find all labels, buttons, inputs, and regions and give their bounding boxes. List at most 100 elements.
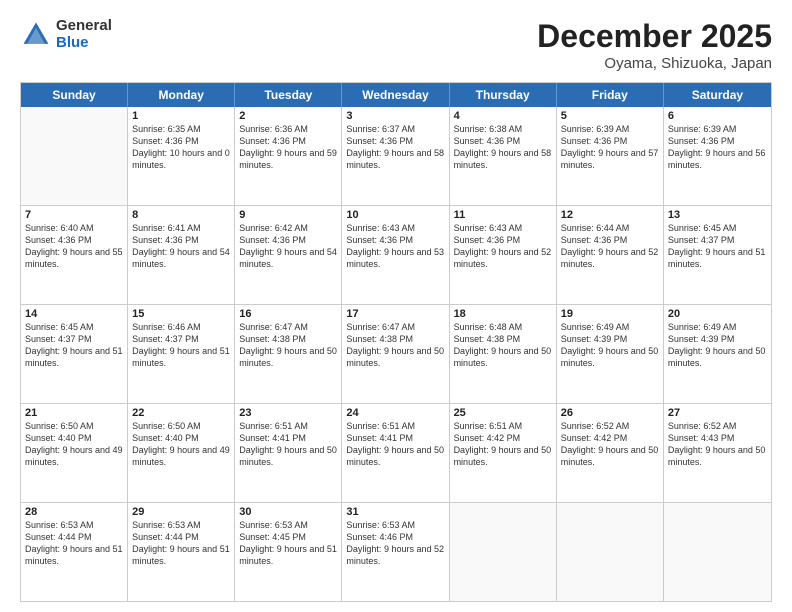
day-number: 6 bbox=[668, 110, 767, 122]
day-info: Sunrise: 6:45 AMSunset: 4:37 PMDaylight:… bbox=[25, 321, 123, 370]
day-cell-29: 29Sunrise: 6:53 AMSunset: 4:44 PMDayligh… bbox=[128, 503, 235, 601]
day-cell-7: 7Sunrise: 6:40 AMSunset: 4:36 PMDaylight… bbox=[21, 206, 128, 304]
day-header-monday: Monday bbox=[128, 83, 235, 107]
day-info: Sunrise: 6:47 AMSunset: 4:38 PMDaylight:… bbox=[346, 321, 444, 370]
day-number: 28 bbox=[25, 506, 123, 518]
location: Oyama, Shizuoka, Japan bbox=[537, 55, 772, 72]
week-row-5: 28 Sunrise: 6:53 AMSunset: 4:44 PMDayligh… bbox=[21, 503, 771, 601]
day-cell-13: 13Sunrise: 6:45 AMSunset: 4:37 PMDayligh… bbox=[664, 206, 771, 304]
day-number: 18 bbox=[454, 308, 552, 320]
day-info: Sunrise: 6:38 AMSunset: 4:36 PMDaylight:… bbox=[454, 123, 552, 172]
day-cell-21: 21Sunrise: 6:50 AMSunset: 4:40 PMDayligh… bbox=[21, 404, 128, 502]
title-block: December 2025 Oyama, Shizuoka, Japan bbox=[537, 18, 772, 72]
logo-blue: Blue bbox=[56, 35, 112, 52]
week-row-1: 1Sunrise: 6:35 AMSunset: 4:36 PMDaylight… bbox=[21, 107, 771, 206]
day-info: Sunrise: 6:46 AMSunset: 4:37 PMDaylight:… bbox=[132, 321, 230, 370]
day-info: Sunrise: 6:40 AMSunset: 4:36 PMDaylight:… bbox=[25, 222, 123, 271]
calendar: SundayMondayTuesdayWednesdayThursdayFrid… bbox=[20, 82, 772, 602]
day-info: Sunrise: 6:50 AMSunset: 4:40 PMDaylight:… bbox=[132, 420, 230, 469]
logo-text: General Blue bbox=[56, 18, 112, 51]
day-cell-12: 12Sunrise: 6:44 AMSunset: 4:36 PMDayligh… bbox=[557, 206, 664, 304]
day-number: 9 bbox=[239, 209, 337, 221]
day-header-thursday: Thursday bbox=[450, 83, 557, 107]
day-number: 31 bbox=[346, 506, 444, 518]
day-header-saturday: Saturday bbox=[664, 83, 771, 107]
day-number: 27 bbox=[668, 407, 767, 419]
day-number: 13 bbox=[668, 209, 767, 221]
day-info: Sunrise: 6:48 AMSunset: 4:38 PMDaylight:… bbox=[454, 321, 552, 370]
day-cell-2: 2Sunrise: 6:36 AMSunset: 4:36 PMDaylight… bbox=[235, 107, 342, 205]
day-info: Sunrise: 6:36 AMSunset: 4:36 PMDaylight:… bbox=[239, 123, 337, 172]
day-number: 29 bbox=[132, 506, 230, 518]
day-info: Sunrise: 6:47 AMSunset: 4:38 PMDaylight:… bbox=[239, 321, 337, 370]
day-cell-25: 25Sunrise: 6:51 AMSunset: 4:42 PMDayligh… bbox=[450, 404, 557, 502]
day-info: Sunrise: 6:37 AMSunset: 4:36 PMDaylight:… bbox=[346, 123, 444, 172]
day-header-sunday: Sunday bbox=[21, 83, 128, 107]
day-headers: SundayMondayTuesdayWednesdayThursdayFrid… bbox=[21, 83, 771, 107]
day-number: 12 bbox=[561, 209, 659, 221]
day-number: 5 bbox=[561, 110, 659, 122]
day-info: Sunrise: 6:51 AMSunset: 4:41 PMDaylight:… bbox=[346, 420, 444, 469]
day-number: 10 bbox=[346, 209, 444, 221]
day-number: 1 bbox=[132, 110, 230, 122]
day-info: Sunrise: 6:52 AMSunset: 4:43 PMDaylight:… bbox=[668, 420, 767, 469]
day-cell-27: 27Sunrise: 6:52 AMSunset: 4:43 PMDayligh… bbox=[664, 404, 771, 502]
day-header-friday: Friday bbox=[557, 83, 664, 107]
day-number: 20 bbox=[668, 308, 767, 320]
day-info: Sunrise: 6:51 AMSunset: 4:41 PMDaylight:… bbox=[239, 420, 337, 469]
page: General Blue December 2025 Oyama, Shizuo… bbox=[0, 0, 792, 612]
logo-general: General bbox=[56, 18, 112, 35]
day-cell-empty bbox=[557, 503, 664, 601]
day-cell-1: 1Sunrise: 6:35 AMSunset: 4:36 PMDaylight… bbox=[128, 107, 235, 205]
day-cell-19: 19Sunrise: 6:49 AMSunset: 4:39 PMDayligh… bbox=[557, 305, 664, 403]
day-info: Sunrise: 6:52 AMSunset: 4:42 PMDaylight:… bbox=[561, 420, 659, 469]
day-number: 4 bbox=[454, 110, 552, 122]
day-cell-26: 26Sunrise: 6:52 AMSunset: 4:42 PMDayligh… bbox=[557, 404, 664, 502]
logo: General Blue bbox=[20, 18, 112, 51]
day-cell-23: 23Sunrise: 6:51 AMSunset: 4:41 PMDayligh… bbox=[235, 404, 342, 502]
day-number: 24 bbox=[346, 407, 444, 419]
day-cell-9: 9Sunrise: 6:42 AMSunset: 4:36 PMDaylight… bbox=[235, 206, 342, 304]
day-number: 3 bbox=[346, 110, 444, 122]
day-cell-22: 22Sunrise: 6:50 AMSunset: 4:40 PMDayligh… bbox=[128, 404, 235, 502]
day-number: 17 bbox=[346, 308, 444, 320]
day-info: Sunrise: 6:44 AMSunset: 4:36 PMDaylight:… bbox=[561, 222, 659, 271]
day-cell-24: 24Sunrise: 6:51 AMSunset: 4:41 PMDayligh… bbox=[342, 404, 449, 502]
day-info: Sunrise: 6:53 AMSunset: 4:45 PMDaylight:… bbox=[239, 519, 337, 568]
day-info: Sunrise: 6:49 AMSunset: 4:39 PMDaylight:… bbox=[668, 321, 767, 370]
day-info: Sunrise: 6:45 AMSunset: 4:37 PMDaylight:… bbox=[668, 222, 767, 271]
day-number: 14 bbox=[25, 308, 123, 320]
day-info: Sunrise: 6:35 AMSunset: 4:36 PMDaylight:… bbox=[132, 123, 230, 172]
day-cell-empty bbox=[664, 503, 771, 601]
day-number: 11 bbox=[454, 209, 552, 221]
day-info: Sunrise: 6:50 AMSunset: 4:40 PMDaylight:… bbox=[25, 420, 123, 469]
day-number: 26 bbox=[561, 407, 659, 419]
day-number: 8 bbox=[132, 209, 230, 221]
day-info: Sunrise: 6:42 AMSunset: 4:36 PMDaylight:… bbox=[239, 222, 337, 271]
day-info: Sunrise: 6:49 AMSunset: 4:39 PMDaylight:… bbox=[561, 321, 659, 370]
day-number: 23 bbox=[239, 407, 337, 419]
day-info: Sunrise: 6:39 AMSunset: 4:36 PMDaylight:… bbox=[561, 123, 659, 172]
day-number: 7 bbox=[25, 209, 123, 221]
day-cell-empty bbox=[450, 503, 557, 601]
day-cell-31: 31Sunrise: 6:53 AMSunset: 4:46 PMDayligh… bbox=[342, 503, 449, 601]
day-cell-10: 10Sunrise: 6:43 AMSunset: 4:36 PMDayligh… bbox=[342, 206, 449, 304]
day-cell-14: 14Sunrise: 6:45 AMSunset: 4:37 PMDayligh… bbox=[21, 305, 128, 403]
day-number: 21 bbox=[25, 407, 123, 419]
header: General Blue December 2025 Oyama, Shizuo… bbox=[20, 18, 772, 72]
week-row-4: 21Sunrise: 6:50 AMSunset: 4:40 PMDayligh… bbox=[21, 404, 771, 503]
day-info: Sunrise: 6:53 AMSunset: 4:44 PMDaylight:… bbox=[132, 519, 230, 568]
day-cell-16: 16Sunrise: 6:47 AMSunset: 4:38 PMDayligh… bbox=[235, 305, 342, 403]
day-info: Sunrise: 6:53 AMSunset: 4:46 PMDaylight:… bbox=[346, 519, 444, 568]
day-cell-8: 8Sunrise: 6:41 AMSunset: 4:36 PMDaylight… bbox=[128, 206, 235, 304]
day-number: 2 bbox=[239, 110, 337, 122]
day-cell-empty bbox=[21, 107, 128, 205]
day-info: Sunrise: 6:43 AMSunset: 4:36 PMDaylight:… bbox=[454, 222, 552, 271]
day-cell-4: 4Sunrise: 6:38 AMSunset: 4:36 PMDaylight… bbox=[450, 107, 557, 205]
calendar-body: 1Sunrise: 6:35 AMSunset: 4:36 PMDaylight… bbox=[21, 107, 771, 601]
day-header-tuesday: Tuesday bbox=[235, 83, 342, 107]
day-cell-11: 11Sunrise: 6:43 AMSunset: 4:36 PMDayligh… bbox=[450, 206, 557, 304]
day-number: 19 bbox=[561, 308, 659, 320]
month-title: December 2025 bbox=[537, 18, 772, 55]
day-cell-28: 28Sunrise: 6:53 AMSunset: 4:44 PMDayligh… bbox=[21, 503, 128, 601]
